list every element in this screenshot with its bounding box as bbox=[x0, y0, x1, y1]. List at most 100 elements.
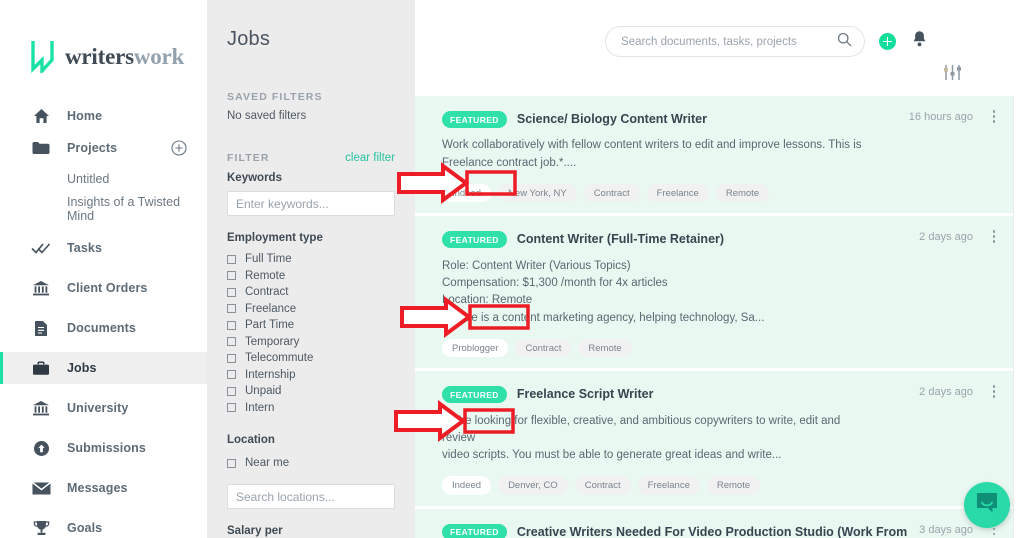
job-tag[interactable]: Freelance bbox=[646, 183, 709, 203]
brand-name: writerswork bbox=[65, 45, 184, 68]
checkbox-intern[interactable]: Intern bbox=[227, 400, 395, 417]
checkbox-label: Internship bbox=[245, 368, 296, 381]
checkbox-icon[interactable] bbox=[227, 370, 236, 380]
checkbox-label: Part Time bbox=[245, 319, 295, 332]
checkbox-internship[interactable]: Internship bbox=[227, 367, 395, 384]
checkbox-freelance[interactable]: Freelance bbox=[227, 301, 395, 318]
job-description-line: Role: Content Writer (Various Topics) bbox=[442, 259, 631, 272]
checkbox-icon[interactable] bbox=[227, 320, 236, 330]
sidebar-item-messages[interactable]: Messages bbox=[0, 472, 207, 504]
upload-circle-icon bbox=[31, 438, 51, 458]
keywords-input[interactable] bbox=[227, 191, 395, 216]
job-tag[interactable]: Contract bbox=[515, 338, 572, 358]
job-tag-source[interactable]: Indeed bbox=[442, 476, 492, 495]
sidebar-item-home[interactable]: Home bbox=[0, 100, 207, 132]
location-label: Location bbox=[227, 434, 275, 446]
job-header: FEATURED Freelance Script Writer bbox=[442, 385, 995, 404]
location-search-input[interactable] bbox=[227, 484, 395, 509]
checkbox-temporary[interactable]: Temporary bbox=[227, 334, 395, 351]
job-tag-source[interactable]: Problogger bbox=[442, 338, 509, 358]
sidebar-item-label: University bbox=[67, 401, 129, 415]
sidebar-project-insights[interactable]: Insights of a Twisted Mind bbox=[0, 194, 207, 224]
job-card[interactable]: FEATURED Science/ Biology Content Writer… bbox=[415, 96, 1013, 214]
sidebar-item-tasks[interactable]: Tasks bbox=[0, 232, 207, 264]
content-divider bbox=[1013, 96, 1014, 538]
checkbox-telecommute[interactable]: Telecommute bbox=[227, 350, 395, 367]
job-timestamp: 3 days ago bbox=[919, 523, 973, 536]
job-card[interactable]: FEATURED Content Writer (Full-Time Retai… bbox=[415, 216, 1013, 369]
sidebar-project-untitled[interactable]: Untitled bbox=[0, 164, 207, 194]
checkbox-unpaid[interactable]: Unpaid bbox=[227, 383, 395, 400]
saved-filters-caption: SAVED FILTERS bbox=[227, 91, 323, 103]
more-options-icon[interactable] bbox=[992, 230, 995, 245]
sidebar-item-goals[interactable]: Goals bbox=[0, 512, 207, 538]
checkbox-label: Freelance bbox=[245, 302, 297, 315]
job-description-line: Freelance contract job.*.... bbox=[442, 156, 577, 169]
checkbox-label: Temporary bbox=[245, 335, 300, 348]
sidebar-item-jobs[interactable]: Jobs bbox=[0, 352, 207, 384]
checkbox-icon[interactable] bbox=[227, 337, 236, 347]
checkbox-icon[interactable] bbox=[227, 458, 236, 468]
job-tag-location[interactable]: Denver, CO bbox=[498, 476, 568, 495]
job-title[interactable]: Content Writer (Full-Time Retainer) bbox=[517, 230, 724, 249]
more-options-icon[interactable] bbox=[992, 110, 995, 125]
job-title[interactable]: Freelance Script Writer bbox=[517, 385, 654, 404]
job-title[interactable]: Science/ Biology Content Writer bbox=[517, 110, 707, 129]
job-tag[interactable]: Contract bbox=[583, 183, 640, 203]
status-badge: FEATURED bbox=[442, 523, 507, 538]
search-icon[interactable] bbox=[837, 32, 852, 52]
checkbox-icon[interactable] bbox=[227, 254, 236, 264]
checkbox-icon[interactable] bbox=[227, 403, 236, 413]
search-input[interactable] bbox=[621, 35, 837, 48]
home-icon bbox=[31, 106, 51, 126]
job-tag-location[interactable]: New York, NY bbox=[498, 183, 577, 203]
sidebar-item-label: Home bbox=[67, 109, 103, 123]
sidebar-item-university[interactable]: University bbox=[0, 392, 207, 424]
global-search[interactable] bbox=[605, 26, 865, 57]
job-tag[interactable]: Remote bbox=[706, 476, 761, 495]
job-card[interactable]: FEATURED Creative Writers Needed For Vid… bbox=[415, 508, 1013, 538]
filter-panel: Jobs SAVED FILTERS No saved filters FILT… bbox=[207, 0, 415, 538]
status-badge: FEATURED bbox=[442, 111, 507, 128]
sidebar-item-label: Goals bbox=[67, 521, 103, 535]
add-button[interactable] bbox=[879, 33, 896, 50]
checkbox-remote[interactable]: Remote bbox=[227, 268, 395, 285]
job-tag[interactable]: Contract bbox=[574, 476, 631, 495]
status-badge: FEATURED bbox=[442, 231, 507, 248]
briefcase-icon bbox=[31, 358, 51, 378]
checkbox-icon[interactable] bbox=[227, 353, 236, 363]
job-tag[interactable]: Remote bbox=[715, 183, 770, 203]
clear-filter-link[interactable]: clear filter bbox=[345, 152, 395, 164]
checkbox-full-time[interactable]: Full Time bbox=[227, 251, 395, 268]
sidebar-item-client-orders[interactable]: Client Orders bbox=[0, 272, 207, 304]
checkbox-contract[interactable]: Contract bbox=[227, 284, 395, 301]
sidebar-item-label: Tasks bbox=[67, 241, 103, 255]
job-tag-source[interactable]: Indeed bbox=[442, 183, 492, 203]
checkbox-icon[interactable] bbox=[227, 271, 236, 281]
brand-logo[interactable]: writerswork bbox=[0, 0, 207, 82]
job-tag[interactable]: Remote bbox=[578, 338, 632, 358]
checkbox-icon[interactable] bbox=[227, 304, 236, 314]
checkbox-icon[interactable] bbox=[227, 287, 236, 297]
more-options-icon[interactable] bbox=[992, 385, 995, 400]
chat-widget-button[interactable] bbox=[964, 482, 1010, 528]
checkbox-near-me[interactable]: Near me bbox=[227, 453, 395, 473]
add-project-button[interactable] bbox=[171, 140, 187, 156]
notifications-button[interactable] bbox=[912, 30, 927, 52]
sidebar-item-projects[interactable]: Projects bbox=[0, 132, 207, 164]
status-badge: FEATURED bbox=[442, 386, 507, 403]
job-card[interactable]: FEATURED Freelance Script Writer 2 days … bbox=[415, 371, 1013, 506]
checkbox-icon[interactable] bbox=[227, 386, 236, 396]
job-tag[interactable]: Freelance bbox=[637, 476, 700, 495]
checkbox-label: Intern bbox=[245, 401, 275, 414]
sliders-icon[interactable] bbox=[943, 65, 962, 85]
job-description-line: Work collaboratively with fellow content… bbox=[442, 139, 862, 152]
sidebar-item-documents[interactable]: Documents bbox=[0, 312, 207, 344]
sidebar-item-submissions[interactable]: Submissions bbox=[0, 432, 207, 464]
job-timestamp: 16 hours ago bbox=[908, 111, 973, 123]
job-title[interactable]: Creative Writers Needed For Video Produc… bbox=[517, 523, 917, 538]
checkbox-part-time[interactable]: Part Time bbox=[227, 317, 395, 334]
sidebar-nav: Home Projects Untitled Insights of a Twi… bbox=[0, 100, 207, 538]
